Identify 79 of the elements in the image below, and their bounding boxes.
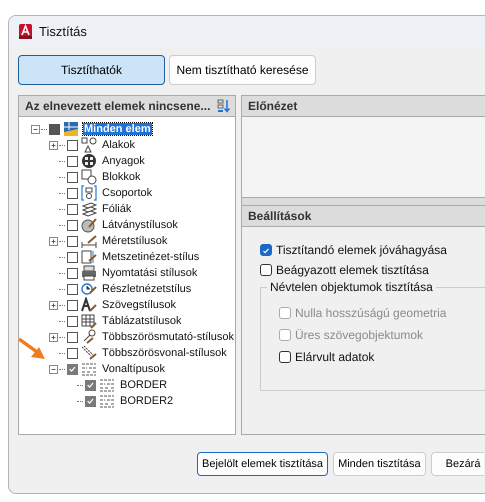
expand-icon[interactable] — [49, 140, 58, 150]
checkbox[interactable] — [85, 396, 96, 406]
group-title: Névtelen objektumok tisztítása — [267, 280, 436, 294]
tree-item[interactable]: Nyomtatási stílusok — [101, 267, 198, 279]
panel-header: Az elnevezett elemek nincsene... — [25, 99, 210, 113]
checkbox[interactable] — [67, 172, 78, 182]
tree-item[interactable]: Táblázatstílusok — [101, 315, 182, 327]
window-title: Tisztítás — [39, 24, 87, 38]
tree-item[interactable]: Alakok — [101, 139, 136, 151]
expand-icon[interactable] — [49, 236, 58, 246]
linetype-icon — [99, 377, 115, 393]
tree-item[interactable]: BORDER — [119, 379, 168, 391]
checkbox[interactable] — [67, 316, 78, 326]
collapse-icon[interactable] — [31, 124, 40, 134]
option-label[interactable]: Tisztítandó elemek jóváhagyása — [276, 243, 447, 257]
category-icon — [81, 233, 97, 249]
linetype-icon — [81, 361, 97, 377]
category-icon — [81, 297, 97, 313]
check-icon — [261, 246, 271, 256]
checkbox[interactable] — [67, 300, 78, 310]
category-icon — [81, 265, 97, 281]
checkbox[interactable] — [67, 252, 78, 262]
tree-item[interactable]: Többszörösmutató-stílusok — [100, 331, 235, 343]
tree-item[interactable]: Metszetinézet-stílus — [101, 251, 200, 263]
tree-item[interactable]: Többszörösvonal-stílusok — [101, 347, 228, 359]
collapse-icon[interactable] — [49, 364, 58, 374]
tree-item[interactable]: Méretstílusok — [101, 235, 168, 247]
pointer-arrow — [17, 337, 47, 361]
checkbox[interactable] — [85, 380, 96, 390]
tree-item[interactable]: BORDER2 — [119, 395, 174, 407]
category-icon — [81, 345, 97, 361]
category-icon — [81, 137, 97, 153]
tree-item[interactable]: Minden elem — [83, 123, 152, 135]
category-icon — [81, 169, 97, 185]
tree-item[interactable]: Vonaltípusok — [101, 363, 166, 375]
checkbox[interactable] — [49, 124, 60, 134]
view-tab[interactable]: Nem tisztítható keresése — [169, 55, 316, 85]
category-icon — [81, 313, 97, 329]
category-icon — [63, 121, 79, 137]
option-label[interactable]: Beágyazott elemek tisztítása — [276, 263, 429, 277]
tree-item[interactable]: Blokkok — [101, 171, 142, 183]
checkbox[interactable] — [67, 236, 78, 246]
checkbox[interactable] — [67, 204, 78, 214]
tree-item[interactable]: Szövegstílusok — [101, 299, 177, 311]
checkbox[interactable] — [66, 332, 78, 342]
checkbox[interactable] — [67, 268, 78, 278]
category-icon — [81, 281, 97, 297]
checkbox[interactable] — [67, 284, 78, 294]
tree-item[interactable]: Csoportok — [101, 187, 154, 199]
checkbox[interactable] — [279, 351, 291, 363]
tree-item[interactable]: Fóliák — [101, 203, 132, 215]
category-icon — [81, 185, 97, 201]
checkbox[interactable] — [67, 156, 78, 166]
checkbox[interactable] — [260, 264, 272, 276]
option-label[interactable]: Elárvult adatok — [295, 350, 374, 364]
dialog-button[interactable]: Bejelölt elemek tisztítása — [197, 452, 328, 476]
tree-item[interactable]: Látványstílusok — [101, 219, 179, 231]
checkbox[interactable] — [67, 140, 78, 150]
checkbox[interactable] — [67, 364, 78, 374]
checkbox[interactable] — [67, 220, 78, 230]
expand-icon[interactable] — [49, 332, 58, 342]
linetype-icon — [99, 393, 115, 409]
category-icon — [81, 249, 97, 265]
dialog-button[interactable]: Bezárá — [430, 452, 484, 476]
sort-icon[interactable] — [217, 99, 231, 113]
tree-item[interactable]: Anyagok — [101, 155, 146, 167]
checkbox[interactable] — [67, 188, 78, 198]
category-icon — [81, 217, 97, 233]
dialog-button[interactable]: Minden tisztítása — [333, 452, 426, 476]
tree-item[interactable]: Részletnézetstílus — [101, 283, 192, 295]
checkbox[interactable] — [260, 244, 272, 256]
category-icon — [81, 201, 97, 217]
category-icon — [81, 153, 97, 169]
panel-header: Beállítások — [248, 209, 312, 223]
view-tab[interactable]: Tisztíthatók — [18, 55, 165, 85]
expand-icon[interactable] — [49, 300, 58, 310]
panel-header: Előnézet — [248, 99, 298, 113]
app-icon — [19, 24, 32, 38]
checkbox[interactable] — [67, 348, 78, 358]
